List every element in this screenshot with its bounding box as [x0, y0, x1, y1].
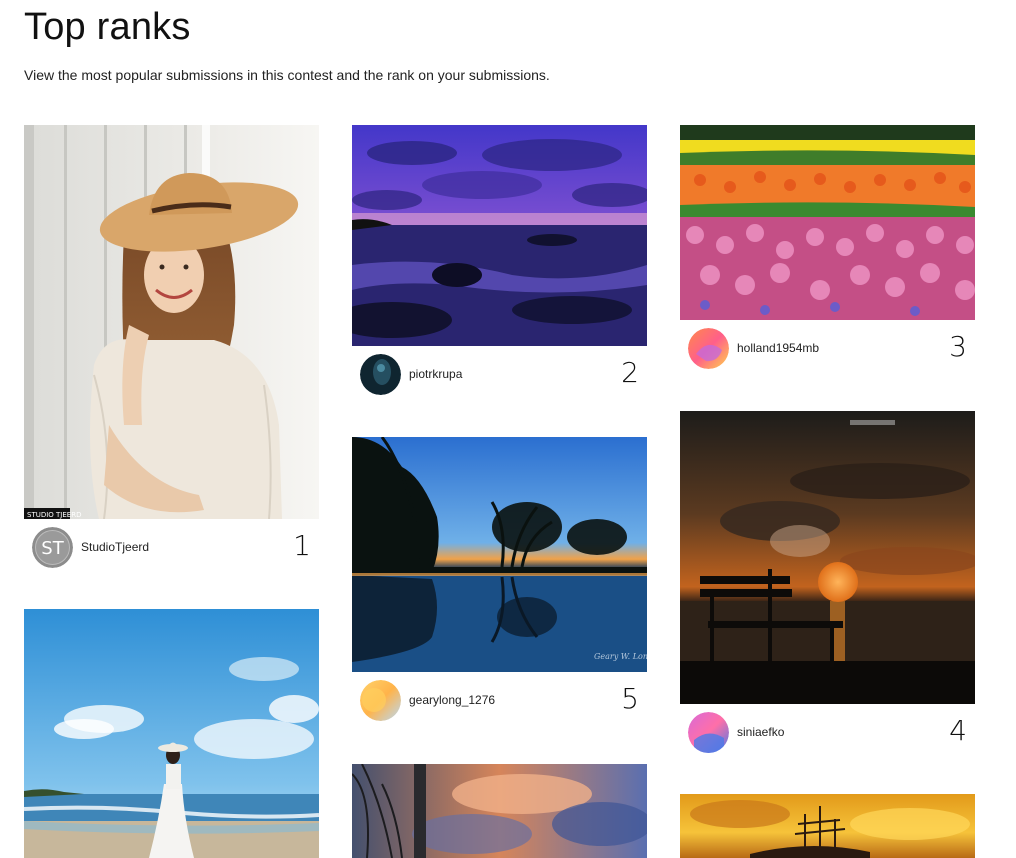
- submission-photo[interactable]: [680, 794, 975, 858]
- username-link[interactable]: StudioTjeerd: [81, 540, 149, 554]
- submission-card-shipwreck[interactable]: [680, 794, 975, 858]
- submission-photo[interactable]: [352, 125, 647, 346]
- submission-photo[interactable]: [680, 125, 975, 320]
- submission-photo[interactable]: Geary W. Long: [352, 437, 647, 672]
- avatar-initials: ST: [41, 538, 64, 559]
- submission-footer: gearylong_1276 5: [352, 672, 647, 730]
- rank-number: 5: [621, 682, 639, 715]
- username-link[interactable]: siniaefko: [737, 725, 784, 739]
- submission-photo[interactable]: STUDIO TJEERD: [24, 125, 319, 519]
- top-ranks-page: Top ranks View the most popular submissi…: [0, 0, 1016, 858]
- submission-footer: piotrkrupa 2: [352, 346, 647, 404]
- user-avatar[interactable]: [688, 712, 729, 753]
- page-title: Top ranks: [24, 6, 191, 48]
- page-subtitle: View the most popular submissions in thi…: [24, 67, 550, 83]
- rank-number: 4: [949, 714, 967, 747]
- username-link[interactable]: holland1954mb: [737, 341, 819, 355]
- submission-card-rank-1[interactable]: STUDIO TJEERD ST StudioTjeerd 1: [24, 125, 319, 577]
- submission-photo[interactable]: [24, 609, 319, 858]
- rank-number: 2: [621, 356, 639, 389]
- submission-card-rank-2[interactable]: piotrkrupa 2: [352, 125, 647, 404]
- user-avatar[interactable]: [360, 680, 401, 721]
- submission-card-rank-5[interactable]: Geary W. Long gearylong_1276 5: [352, 437, 647, 730]
- user-avatar[interactable]: [360, 354, 401, 395]
- submission-footer: siniaefko 4: [680, 704, 975, 762]
- username-link[interactable]: gearylong_1276: [409, 693, 495, 707]
- user-avatar[interactable]: [688, 328, 729, 369]
- submission-card-rank-4[interactable]: siniaefko 4: [680, 411, 975, 762]
- submission-card-sky[interactable]: [352, 764, 647, 858]
- username-link[interactable]: piotrkrupa: [409, 367, 462, 381]
- rank-number: 3: [949, 330, 967, 363]
- submission-footer: holland1954mb 3: [680, 320, 975, 378]
- submission-photo[interactable]: [352, 764, 647, 858]
- submission-card-rank-3[interactable]: holland1954mb 3: [680, 125, 975, 378]
- user-avatar[interactable]: ST: [32, 527, 73, 568]
- submission-photo[interactable]: [680, 411, 975, 704]
- submission-footer: ST StudioTjeerd 1: [24, 519, 319, 577]
- submission-card-beach[interactable]: [24, 609, 319, 858]
- svg-text:Geary W. Long: Geary W. Long: [594, 652, 647, 661]
- rank-number: 1: [293, 529, 311, 562]
- photo-watermark: STUDIO TJEERD: [27, 511, 81, 519]
